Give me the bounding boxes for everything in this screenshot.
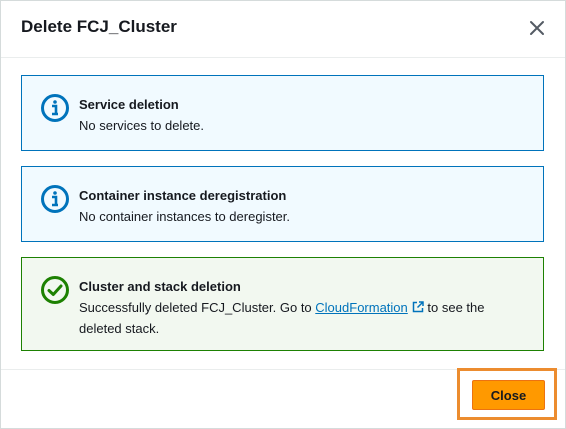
alert-text-before: Successfully deleted FCJ_Cluster. Go to: [79, 300, 316, 315]
info-icon: [41, 185, 69, 213]
alert-title: Service deletion: [79, 97, 179, 112]
alert-text: No services to delete.: [79, 118, 205, 133]
modal-header: Delete FCJ_Cluster: [1, 1, 565, 58]
alert-service-deletion: Service deletion No services to delete.: [21, 75, 544, 151]
external-link-icon[interactable]: [412, 301, 424, 313]
close-button[interactable]: Close: [472, 380, 545, 410]
info-icon: [41, 94, 69, 122]
close-icon[interactable]: [529, 20, 545, 36]
check-circle-icon: [41, 276, 69, 304]
alert-title: Container instance deregistration: [79, 188, 287, 203]
delete-cluster-modal: Delete FCJ_Cluster Service deletion No s…: [0, 0, 566, 429]
alert-title: Cluster and stack deletion: [79, 279, 241, 294]
alert-text: Successfully deleted FCJ_Cluster. Go to …: [79, 297, 523, 339]
cloudformation-link[interactable]: CloudFormation: [315, 300, 424, 315]
alert-container-deregistration: Container instance deregistration No con…: [21, 166, 544, 242]
cloudformation-link-label[interactable]: CloudFormation: [315, 300, 408, 315]
alert-cluster-stack-deletion: Cluster and stack deletion Successfully …: [21, 257, 544, 351]
modal-title: Delete FCJ_Cluster: [21, 17, 177, 36]
alert-text: No container instances to deregister.: [79, 209, 291, 224]
